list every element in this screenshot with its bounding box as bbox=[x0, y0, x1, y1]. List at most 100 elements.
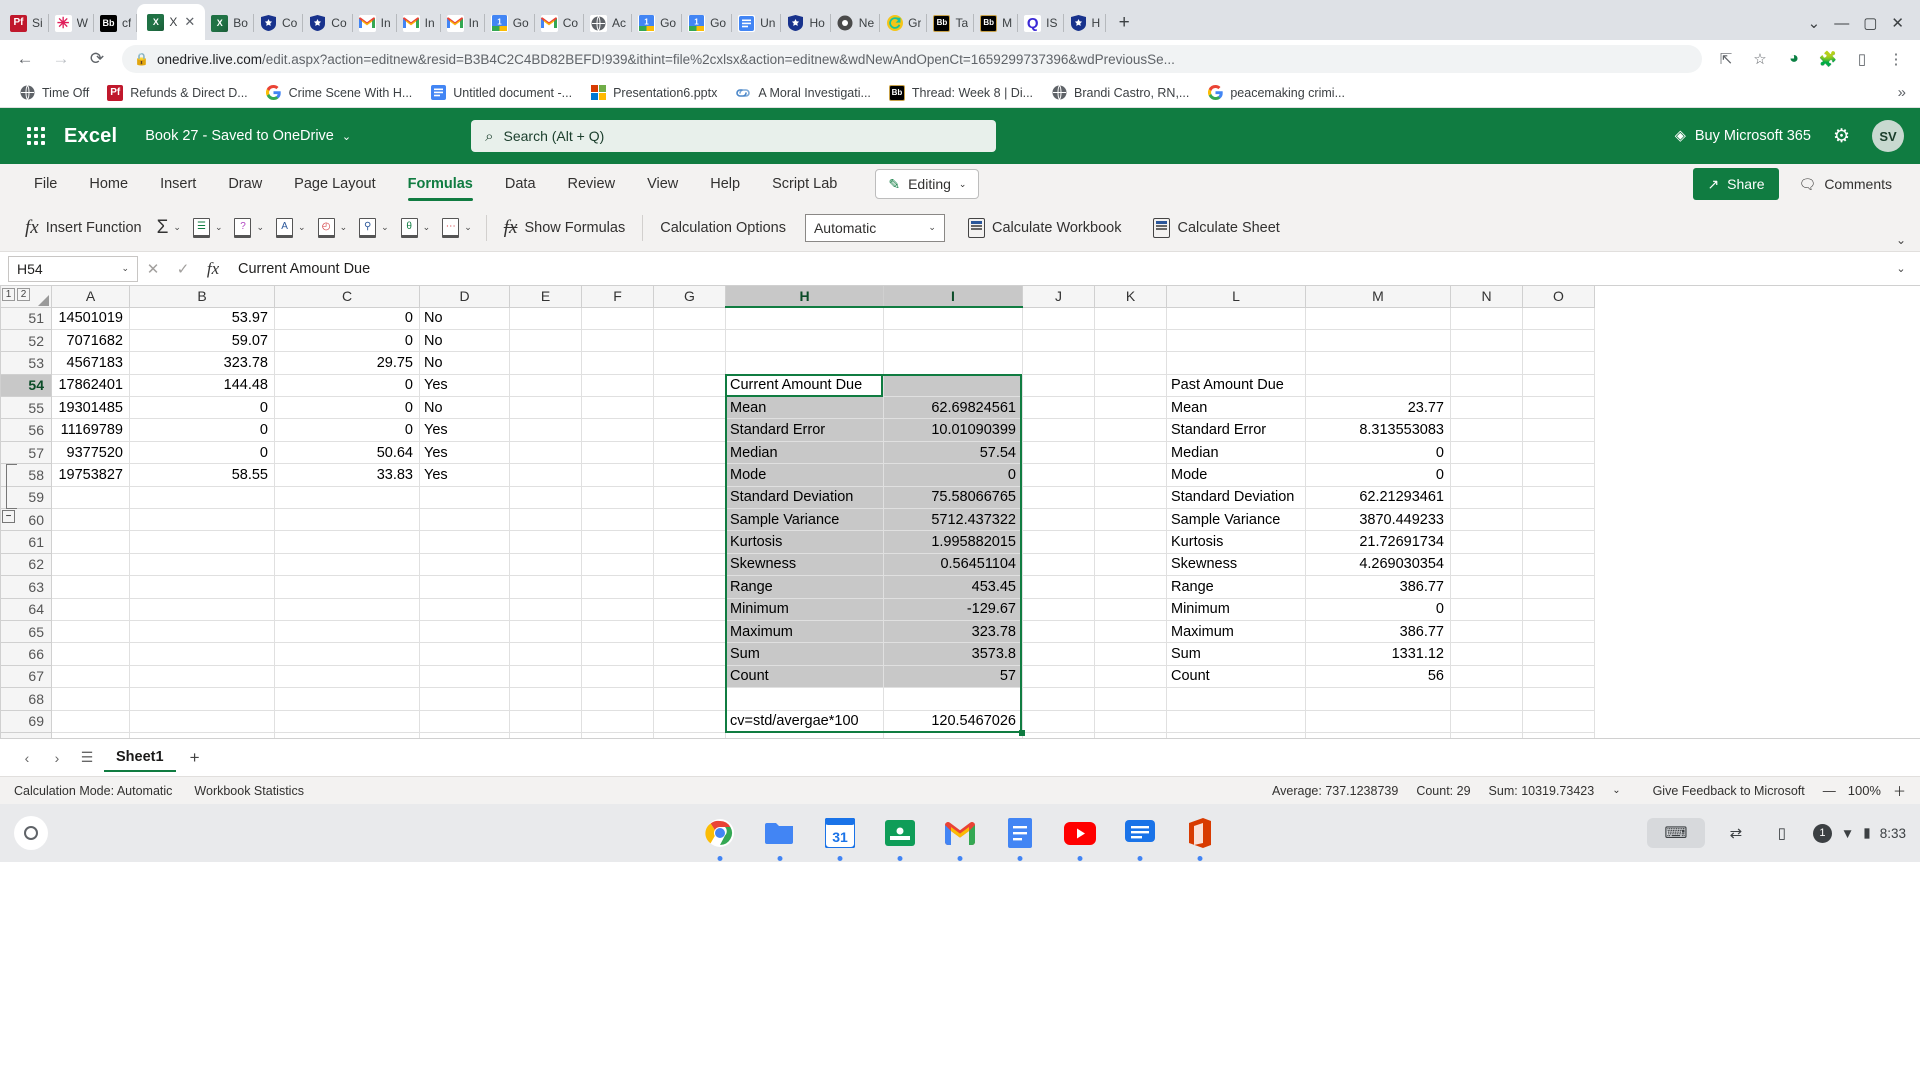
cell-C68[interactable] bbox=[274, 687, 420, 711]
cell-H63[interactable]: Range bbox=[725, 575, 884, 599]
cell-N61[interactable] bbox=[1450, 530, 1523, 554]
cell-I57[interactable]: 57.54 bbox=[883, 440, 1023, 465]
cell-C59[interactable] bbox=[274, 485, 420, 510]
bookmark-item[interactable]: Time Off bbox=[10, 82, 98, 104]
bookmark-star-icon[interactable]: ☆ bbox=[1746, 45, 1774, 73]
cell-I58[interactable]: 0 bbox=[883, 463, 1023, 487]
cell-O61[interactable] bbox=[1522, 530, 1595, 554]
cell-D57[interactable]: Yes bbox=[419, 440, 510, 465]
column-header-A[interactable]: A bbox=[51, 286, 130, 308]
cell-D51[interactable]: No bbox=[419, 306, 510, 330]
cell-B69[interactable] bbox=[129, 709, 275, 733]
cell-E65[interactable] bbox=[509, 619, 582, 644]
cell-F67[interactable] bbox=[581, 664, 654, 689]
cell-L70[interactable] bbox=[1166, 731, 1306, 738]
cell-O64[interactable] bbox=[1522, 597, 1595, 621]
row-header-67[interactable]: 67 bbox=[0, 664, 52, 689]
cell-F57[interactable] bbox=[581, 440, 654, 465]
close-tab-icon[interactable]: ✕ bbox=[184, 14, 195, 30]
cell-J69[interactable] bbox=[1022, 709, 1095, 733]
cell-E54[interactable] bbox=[509, 373, 582, 398]
address-bar[interactable]: 🔒 onedrive.live.com/edit.aspx?action=edi… bbox=[122, 45, 1702, 73]
cell-O63[interactable] bbox=[1522, 575, 1595, 599]
cell-F55[interactable] bbox=[581, 396, 654, 420]
cell-H52[interactable] bbox=[725, 328, 884, 353]
chrome-menu-icon[interactable]: ⋮ bbox=[1882, 45, 1910, 73]
chevron-down-icon[interactable]: ⌄ bbox=[173, 222, 181, 233]
status-summary-chevron-down-icon[interactable]: ⌄ bbox=[1612, 785, 1620, 796]
browser-tab[interactable]: Q IS bbox=[1018, 6, 1064, 40]
cell-M51[interactable] bbox=[1305, 306, 1451, 330]
row-header-64[interactable]: 64 bbox=[0, 597, 52, 621]
cell-I59[interactable]: 75.58066765 bbox=[883, 485, 1023, 510]
column-header-J[interactable]: J bbox=[1022, 286, 1095, 308]
cell-L69[interactable] bbox=[1166, 709, 1306, 733]
taskbar-app-google-classroom[interactable] bbox=[880, 813, 920, 853]
cell-L59[interactable]: Standard Deviation bbox=[1166, 485, 1306, 510]
cell-E69[interactable] bbox=[509, 709, 582, 733]
cell-G53[interactable] bbox=[653, 351, 726, 375]
cell-F54[interactable] bbox=[581, 373, 654, 398]
cell-K64[interactable] bbox=[1094, 597, 1167, 621]
cell-J52[interactable] bbox=[1022, 328, 1095, 353]
browser-tab[interactable]: Ac bbox=[584, 6, 633, 40]
browser-tab[interactable]: Bb M bbox=[974, 6, 1019, 40]
cell-G63[interactable] bbox=[653, 575, 726, 599]
share-icon[interactable]: ⇱ bbox=[1712, 45, 1740, 73]
cell-A59[interactable] bbox=[51, 485, 130, 510]
cell-J67[interactable] bbox=[1022, 664, 1095, 689]
cell-M60[interactable]: 3870.449233 bbox=[1305, 508, 1451, 532]
cell-M69[interactable] bbox=[1305, 709, 1451, 733]
back-icon[interactable]: ← bbox=[10, 44, 40, 74]
cell-F52[interactable] bbox=[581, 328, 654, 353]
previous-sheet-icon[interactable]: ‹ bbox=[14, 745, 40, 771]
cell-F53[interactable] bbox=[581, 351, 654, 375]
cell-G58[interactable] bbox=[653, 463, 726, 487]
cell-G65[interactable] bbox=[653, 619, 726, 644]
column-header-B[interactable]: B bbox=[129, 286, 275, 308]
browser-tab[interactable]: 1 Go bbox=[682, 6, 733, 40]
cell-N70[interactable] bbox=[1450, 731, 1523, 738]
cell-K60[interactable] bbox=[1094, 508, 1167, 532]
cell-A56[interactable]: 11169789 bbox=[51, 418, 130, 442]
cell-A65[interactable] bbox=[51, 619, 130, 644]
give-feedback-button[interactable]: Give Feedback to Microsoft bbox=[1653, 784, 1805, 798]
cell-G70[interactable] bbox=[653, 731, 726, 738]
taskbar-app-files[interactable] bbox=[760, 813, 800, 853]
cell-C57[interactable]: 50.64 bbox=[274, 440, 420, 465]
function-group-text[interactable]: A ⌄ bbox=[270, 209, 312, 247]
search-input[interactable]: ⌕ Search (Alt + Q) bbox=[471, 120, 997, 152]
comments-button[interactable]: 🗨 Comments bbox=[1789, 168, 1902, 200]
column-header-F[interactable]: F bbox=[581, 286, 654, 308]
cell-L66[interactable]: Sum bbox=[1166, 642, 1306, 666]
cell-O70[interactable] bbox=[1522, 731, 1595, 738]
cell-A69[interactable] bbox=[51, 709, 130, 733]
cell-H53[interactable] bbox=[725, 351, 884, 375]
cell-A70[interactable] bbox=[51, 731, 130, 738]
browser-tab[interactable]: Co bbox=[254, 6, 304, 40]
cell-C64[interactable] bbox=[274, 597, 420, 621]
cell-O54[interactable] bbox=[1522, 373, 1595, 398]
taskbar-app-office[interactable] bbox=[1180, 813, 1220, 853]
browser-tab[interactable]: Ne bbox=[831, 6, 881, 40]
cell-H61[interactable]: Kurtosis bbox=[725, 530, 884, 554]
sheet-tab-sheet1[interactable]: Sheet1 bbox=[104, 744, 176, 772]
cell-E52[interactable] bbox=[509, 328, 582, 353]
cell-E70[interactable] bbox=[509, 731, 582, 738]
cell-G51[interactable] bbox=[653, 306, 726, 330]
cell-N59[interactable] bbox=[1450, 485, 1523, 510]
cell-A64[interactable] bbox=[51, 597, 130, 621]
cell-A63[interactable] bbox=[51, 575, 130, 599]
cell-C61[interactable] bbox=[274, 530, 420, 554]
cell-G57[interactable] bbox=[653, 440, 726, 465]
ribbon-tab-page-layout[interactable]: Page Layout bbox=[278, 164, 391, 204]
cell-A57[interactable]: 9377520 bbox=[51, 440, 130, 465]
row-header-70[interactable]: 70 bbox=[0, 731, 52, 738]
cell-I64[interactable]: -129.67 bbox=[883, 597, 1023, 621]
ribbon-tab-insert[interactable]: Insert bbox=[144, 164, 212, 204]
cell-H65[interactable]: Maximum bbox=[725, 619, 884, 644]
browser-tab[interactable]: Bb cf bbox=[94, 6, 138, 40]
cell-K58[interactable] bbox=[1094, 463, 1167, 487]
cell-B58[interactable]: 58.55 bbox=[129, 463, 275, 487]
cell-M55[interactable]: 23.77 bbox=[1305, 396, 1451, 420]
